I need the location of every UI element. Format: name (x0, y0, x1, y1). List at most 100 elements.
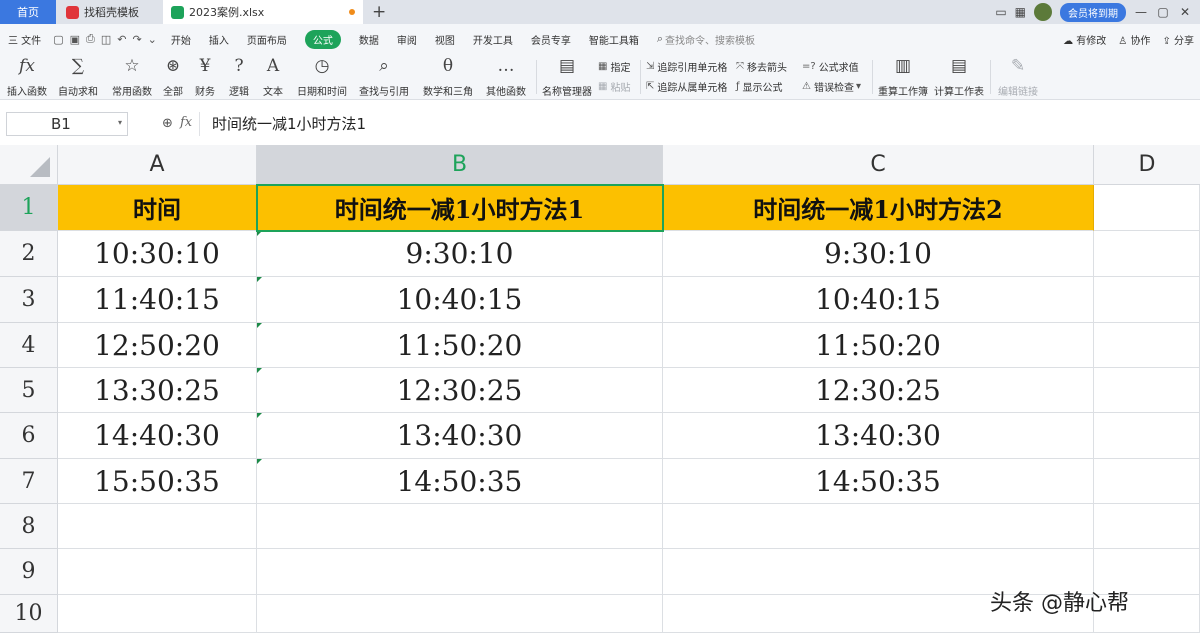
trace-dependents-button[interactable]: ⇱ 追踪从属单元格 (646, 78, 727, 94)
command-search-input[interactable]: 查找命令、搜索模板 (665, 32, 755, 47)
menu-home[interactable]: 开始 (171, 32, 191, 47)
grid-icon[interactable]: ▦ (1015, 5, 1026, 19)
define-name-button[interactable]: ▦ 指定 (598, 58, 630, 74)
trace-precedents-button[interactable]: ⇲ 追踪引用单元格 (646, 58, 727, 74)
column-header-c[interactable]: C (663, 145, 1094, 185)
tab-home[interactable]: 首页 (0, 0, 56, 24)
row-header-4[interactable]: 4 (0, 323, 58, 368)
chevron-down-icon[interactable]: ⌄ (148, 33, 157, 46)
autosum-button[interactable]: ∑ 自动求和 (54, 56, 102, 98)
error-check-button[interactable]: ⚠ 错误检查 ▾ (802, 78, 864, 94)
member-button[interactable]: 会员将到期 (1060, 2, 1126, 22)
redo-icon[interactable]: ↷ (132, 33, 141, 46)
add-tab-button[interactable]: + (372, 2, 386, 22)
edit-links-button[interactable]: ✎ 编辑链接 (996, 56, 1040, 98)
collaborate-button[interactable]: ♙ 协作 (1118, 32, 1150, 47)
row-header-1[interactable]: 1 (0, 185, 58, 231)
row-header-5[interactable]: 5 (0, 368, 58, 413)
row-header-2[interactable]: 2 (0, 231, 58, 277)
column-header-b[interactable]: B (257, 145, 663, 185)
tab-file[interactable]: 2023案例.xlsx (163, 0, 363, 24)
cell-b4[interactable]: 11:50:20 (257, 323, 663, 368)
name-manager-button[interactable]: ▤ 名称管理器 (542, 56, 592, 98)
cell-a1[interactable]: 时间 (58, 185, 257, 231)
fx-icon[interactable]: fx (180, 115, 192, 130)
menu-data[interactable]: 数据 (359, 32, 379, 47)
cell-c1[interactable]: 时间统一减1小时方法2 (663, 185, 1094, 231)
cell-c3[interactable]: 10:40:15 (663, 277, 1094, 323)
select-all-corner[interactable] (0, 145, 58, 185)
cell-d4[interactable] (1094, 323, 1200, 368)
avatar[interactable] (1034, 3, 1052, 21)
tab-template[interactable]: 找稻壳模板 (58, 0, 162, 24)
cell-b9[interactable] (257, 549, 663, 595)
print-preview-icon[interactable]: ◫ (101, 33, 111, 46)
cell-a2[interactable]: 10:30:10 (58, 231, 257, 277)
share-button[interactable]: ⇪ 分享 (1162, 32, 1194, 47)
save-icon[interactable]: ▣ (70, 33, 80, 46)
cell-a7[interactable]: 15:50:35 (58, 459, 257, 504)
zoom-icon[interactable]: ⊕ (162, 116, 173, 131)
name-box[interactable]: B1 (6, 112, 128, 136)
paste-name-button[interactable]: ▦ 粘贴 (598, 78, 630, 94)
row-header-9[interactable]: 9 (0, 549, 58, 595)
menu-member[interactable]: 会员专享 (531, 32, 571, 47)
other-functions-button[interactable]: … 其他函数 (482, 56, 530, 98)
modified-button[interactable]: ☁ 有修改 (1063, 32, 1106, 47)
row-header-6[interactable]: 6 (0, 413, 58, 459)
cell-a8[interactable] (58, 504, 257, 549)
cell-a3[interactable]: 11:40:15 (58, 277, 257, 323)
menu-insert[interactable]: 插入 (209, 32, 229, 47)
cell-c5[interactable]: 12:30:25 (663, 368, 1094, 413)
new-icon[interactable]: ▢ (53, 33, 63, 46)
common-functions-button[interactable]: ☆ 常用函数 (108, 56, 156, 98)
menu-view[interactable]: 视图 (435, 32, 455, 47)
cell-d5[interactable] (1094, 368, 1200, 413)
logic-button[interactable]: ? 逻辑 (226, 56, 252, 98)
chevron-down-icon[interactable]: ▾ (118, 118, 122, 127)
close-icon[interactable]: ✕ (1178, 5, 1192, 19)
cell-c7[interactable]: 14:50:35 (663, 459, 1094, 504)
cell-b7[interactable]: 14:50:35 (257, 459, 663, 504)
cell-b3[interactable]: 10:40:15 (257, 277, 663, 323)
cell-b1[interactable]: 时间统一减1小时方法1 (257, 185, 663, 231)
calc-sheet-button[interactable]: ▤ 计算工作表 (934, 56, 984, 98)
row-header-10[interactable]: 10 (0, 595, 58, 633)
formula-input[interactable]: 时间统一减1小时方法1 (199, 112, 1200, 136)
print-icon[interactable]: ⎙ (86, 32, 95, 46)
menu-page-layout[interactable]: 页面布局 (247, 32, 287, 47)
column-header-d[interactable]: D (1094, 145, 1200, 185)
cell-a4[interactable]: 12:50:20 (58, 323, 257, 368)
finance-button[interactable]: ¥ 财务 (192, 56, 218, 98)
cell-c2[interactable]: 9:30:10 (663, 231, 1094, 277)
menu-formula[interactable]: 公式 (304, 29, 341, 49)
remove-arrows-button[interactable]: ⤧ 移去箭头 (736, 58, 787, 74)
minimize-icon[interactable]: — (1134, 5, 1148, 19)
cell-b5[interactable]: 12:30:25 (257, 368, 663, 413)
cell-b6[interactable]: 13:40:30 (257, 413, 663, 459)
menu-smart-tools[interactable]: 智能工具箱 (589, 32, 639, 47)
layout-icon[interactable]: ▭ (995, 5, 1006, 19)
menu-review[interactable]: 审阅 (397, 32, 417, 47)
column-header-a[interactable]: A (58, 145, 257, 185)
cell-d7[interactable] (1094, 459, 1200, 504)
menu-file[interactable]: 三 文件 (8, 32, 41, 47)
cell-c6[interactable]: 13:40:30 (663, 413, 1094, 459)
all-functions-button[interactable]: ⊛ 全部 (160, 56, 186, 98)
cell-b10[interactable] (257, 595, 663, 633)
show-formulas-button[interactable]: ƒ 显示公式 (736, 78, 783, 94)
maximize-icon[interactable]: ▢ (1156, 5, 1170, 19)
cell-d1[interactable] (1094, 185, 1200, 231)
cell-b8[interactable] (257, 504, 663, 549)
datetime-button[interactable]: ◷ 日期和时间 (294, 56, 350, 98)
lookup-button[interactable]: ⌕ 查找与引用 (356, 56, 412, 98)
math-trig-button[interactable]: θ 数学和三角 (420, 56, 476, 98)
cell-a9[interactable] (58, 549, 257, 595)
cell-a6[interactable]: 14:40:30 (58, 413, 257, 459)
undo-icon[interactable]: ↶ (117, 33, 126, 46)
cell-d6[interactable] (1094, 413, 1200, 459)
cell-b2[interactable]: 9:30:10 (257, 231, 663, 277)
cell-a5[interactable]: 13:30:25 (58, 368, 257, 413)
spreadsheet-grid[interactable]: A B C D 1 2 3 4 5 6 7 8 9 10 时间 时间统一减1小时… (0, 145, 1200, 633)
text-functions-button[interactable]: A 文本 (260, 56, 286, 98)
